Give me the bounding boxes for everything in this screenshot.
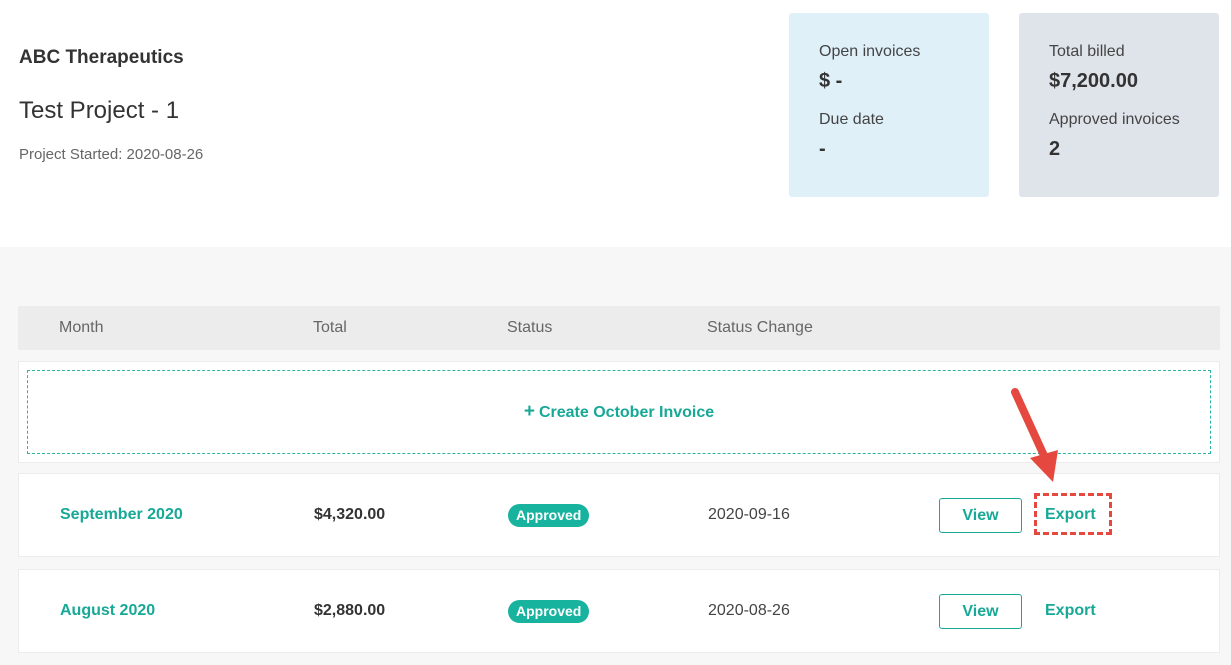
plus-icon: + — [523, 401, 535, 422]
total-billed-card: Total billed $7,200.00 Approved invoices… — [1019, 13, 1219, 197]
due-date-label: Due date — [819, 111, 884, 128]
create-invoice-label: Create October Invoice — [538, 404, 715, 421]
status-badge: Approved — [508, 600, 590, 623]
view-button[interactable]: View — [939, 498, 1022, 533]
create-invoice-button[interactable]: + Create October Invoice — [524, 401, 714, 423]
export-button[interactable]: Export — [1045, 506, 1096, 524]
column-month: Month — [59, 319, 104, 336]
open-invoices-value: $ - — [819, 70, 843, 92]
open-invoices-label: Open invoices — [819, 43, 921, 60]
table-row: August 2020 $2,880.00 Approved 2020-08-2… — [18, 569, 1220, 653]
project-title: Test Project - 1 — [19, 97, 180, 124]
column-status-change: Status Change — [707, 319, 813, 336]
company-name: ABC Therapeutics — [19, 47, 184, 68]
month-link[interactable]: August 2020 — [60, 602, 155, 620]
total-billed-label: Total billed — [1049, 43, 1125, 60]
column-total: Total — [313, 319, 347, 336]
status-badge: Approved — [508, 504, 590, 527]
export-button[interactable]: Export — [1045, 602, 1096, 620]
project-started: Project Started: 2020-08-26 — [19, 146, 204, 163]
month-link[interactable]: September 2020 — [60, 506, 183, 524]
table-header: Month Total Status Status Change — [18, 306, 1220, 350]
status-change-date: 2020-09-16 — [708, 506, 790, 523]
view-button[interactable]: View — [939, 594, 1022, 629]
row-total: $4,320.00 — [314, 506, 386, 523]
total-billed-value: $7,200.00 — [1049, 70, 1138, 92]
approved-invoices-value: 2 — [1049, 138, 1061, 160]
open-invoices-card: Open invoices $ - Due date - — [789, 13, 989, 197]
annotation-arrow-icon — [1011, 388, 1058, 482]
column-status: Status — [507, 319, 553, 336]
invoice-page: ABC Therapeutics Test Project - 1 Projec… — [0, 0, 1231, 665]
approved-invoices-label: Approved invoices — [1049, 111, 1180, 128]
row-total: $2,880.00 — [314, 602, 386, 619]
status-change-date: 2020-08-26 — [708, 602, 790, 619]
due-date-value: - — [819, 138, 826, 160]
